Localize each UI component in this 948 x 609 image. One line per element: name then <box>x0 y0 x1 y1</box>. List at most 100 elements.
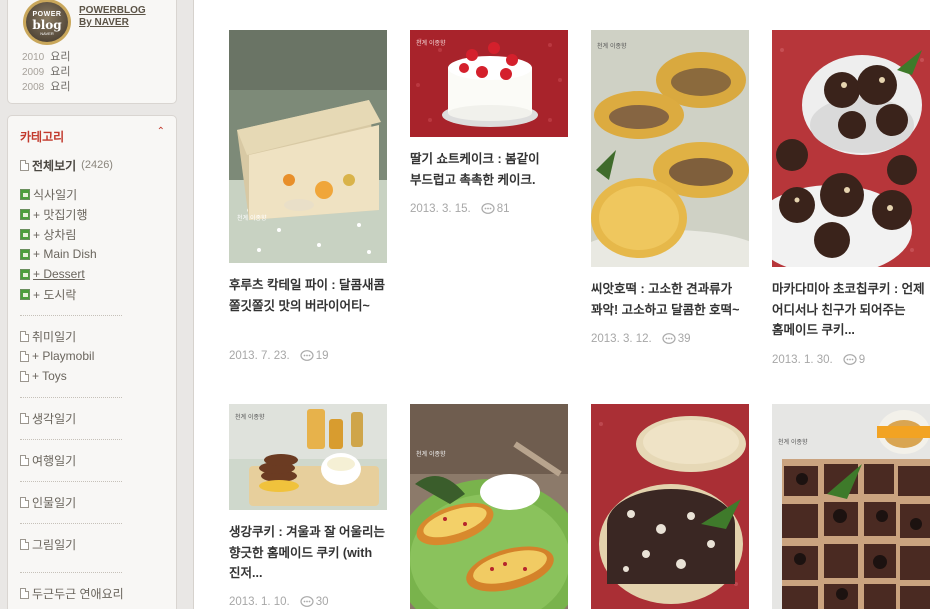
document-icon <box>20 454 29 466</box>
photo-category-icon <box>20 288 30 300</box>
post-date: 2013. 1. 10. <box>229 596 290 608</box>
category-label: + Dessert <box>33 267 85 281</box>
oreo-brownies-photo: 천계 이종향 <box>772 404 930 609</box>
category-item-meal-diary[interactable]: 식사일기 <box>20 184 170 204</box>
baked-potato-photo: 천계 이종향 <box>410 404 568 609</box>
document-icon <box>20 350 29 362</box>
ginger-cookies-photo: 천계 이종향 <box>229 404 387 510</box>
strawberry-cake-photo: 천계 이종향 <box>410 30 568 137</box>
comment-count[interactable]: 19 <box>316 350 329 362</box>
post-thumbnail[interactable]: 천계 이종향 <box>229 404 387 510</box>
category-all[interactable]: 전체보기 (2426) <box>20 155 170 175</box>
comment-bubble-icon[interactable] <box>843 354 857 366</box>
post-title[interactable]: 생강쿠키 : 겨울과 잘 어울리는 향긋한 홈메이드 쿠키 (with 진저..… <box>229 522 387 584</box>
category-label: 전체보기 <box>32 158 77 173</box>
post-title[interactable]: 씨앗호떡 : 고소한 견과류가 꽈악! 고소하고 달콤한 호떡~ <box>591 279 749 320</box>
category-item-table-setting[interactable]: + 상차림 <box>20 224 170 244</box>
comment-bubble-icon[interactable] <box>300 350 314 362</box>
award-history: 2010 요리 2009 요리 2008 요리 <box>22 50 71 95</box>
comment-bubble-icon[interactable] <box>662 333 676 345</box>
award-name: 요리 <box>50 66 71 78</box>
powerblog-badge-icon[interactable]: POWER blog NAVER <box>23 0 71 45</box>
comment-bubble-icon[interactable] <box>481 203 495 215</box>
post-meta: 2013. 1. 10. 30 <box>229 596 329 608</box>
photo-category-icon <box>20 188 30 200</box>
category-item-lunchbox[interactable]: + 도시락 <box>20 284 170 304</box>
category-heading[interactable]: 카테고리 <box>20 128 64 145</box>
category-item-restaurant[interactable]: + 맛집기행 <box>20 204 170 224</box>
comment-count[interactable]: 39 <box>678 333 691 345</box>
divider <box>20 397 122 398</box>
comment-count[interactable]: 81 <box>497 203 510 215</box>
photo-category-icon <box>20 228 30 240</box>
award-item: 2010 요리 <box>22 50 71 65</box>
post-thumbnail[interactable]: 천계 이종향 <box>229 30 387 263</box>
award-name: 요리 <box>50 51 71 63</box>
post-thumbnail[interactable]: 천계 이종향 <box>410 404 568 609</box>
svg-text:천계 이종향: 천계 이종향 <box>597 42 627 50</box>
comment-bubble-icon[interactable] <box>300 596 314 608</box>
post-grid: 천계 이종향 후루츠 칵테일 파이 : 달콤새콤 쫄깃쫄깃 맛의 버라이어티~ … <box>193 0 948 609</box>
choco-cookies-photo <box>772 30 930 267</box>
category-item-hobby[interactable]: 취미일기 <box>20 326 170 346</box>
category-label: + 상차림 <box>33 227 77 242</box>
post-date: 2013. 1. 30. <box>772 354 833 366</box>
document-icon <box>20 496 29 508</box>
post-thumbnail[interactable]: 천계 이종향 <box>591 30 749 267</box>
post-thumbnail[interactable] <box>772 30 930 267</box>
post-meta: 2013. 7. 23. 19 <box>229 350 329 362</box>
category-item-toys[interactable]: + Toys <box>20 366 170 386</box>
category-item-main-dish[interactable]: + Main Dish <box>20 244 170 264</box>
divider <box>20 481 122 482</box>
category-label: 생각일기 <box>32 411 77 426</box>
divider <box>20 439 122 440</box>
document-icon <box>20 159 29 171</box>
category-label: + Playmobil <box>32 349 95 363</box>
post-title[interactable]: 마카다미아 초코칩쿠키 : 언제 어디서나 친구가 되어주는 홈메이드 쿠키..… <box>772 279 930 341</box>
category-label: + 도시락 <box>33 287 77 302</box>
divider <box>20 315 122 316</box>
svg-text:천계 이종향: 천계 이종향 <box>237 214 267 222</box>
award-name: 요리 <box>50 81 71 93</box>
category-count: (2426) <box>81 159 113 171</box>
category-label: 식사일기 <box>33 187 78 202</box>
category-item-travel[interactable]: 여행일기 <box>20 450 170 470</box>
category-box: 카테고리 ⌃ 전체보기 (2426) 식사일기 + 맛집기행 + 상차림 + M… <box>7 115 177 609</box>
document-icon <box>20 370 29 382</box>
document-icon <box>20 538 29 550</box>
post-meta: 2013. 1. 30. 9 <box>772 354 865 366</box>
category-label: + Toys <box>32 369 67 383</box>
document-icon <box>20 587 29 599</box>
divider <box>20 523 122 524</box>
category-list: 전체보기 (2426) 식사일기 + 맛집기행 + 상차림 + Main Dis… <box>20 155 170 603</box>
category-label: 인물일기 <box>32 495 77 510</box>
comment-count[interactable]: 30 <box>316 596 329 608</box>
svg-text:천계 이종향: 천계 이종향 <box>416 450 446 458</box>
powerblog-link[interactable]: POWERBLOG <box>79 5 146 17</box>
svg-text:천계 이종향: 천계 이종향 <box>416 39 446 47</box>
post-date: 2013. 3. 15. <box>410 203 471 215</box>
category-label: 취미일기 <box>32 329 77 344</box>
by-naver-link[interactable]: By NAVER <box>79 17 129 29</box>
chocolate-salami-photo <box>591 404 749 609</box>
post-thumbnail[interactable]: 천계 이종향 <box>772 404 930 609</box>
comment-count[interactable]: 9 <box>859 354 865 366</box>
category-item-love-cooking[interactable]: 두근두근 연애요리 <box>20 583 170 603</box>
category-item-dessert[interactable]: + Dessert <box>20 264 170 284</box>
category-item-people[interactable]: 인물일기 <box>20 492 170 512</box>
category-item-playmobil[interactable]: + Playmobil <box>20 346 170 366</box>
post-title[interactable]: 후루츠 칵테일 파이 : 달콤새콤 쫄깃쫄깃 맛의 버라이어티~ <box>229 275 387 316</box>
divider <box>20 572 122 573</box>
post-title[interactable]: 딸기 쇼트케이크 : 봄같이 부드럽고 촉촉한 케이크. <box>410 149 568 190</box>
category-label: 두근두근 연애요리 <box>32 586 124 601</box>
post-thumbnail[interactable]: 천계 이종향 <box>410 30 568 137</box>
award-item: 2009 요리 <box>22 65 71 80</box>
category-label: + 맛집기행 <box>33 207 88 222</box>
award-year: 2010 <box>22 52 45 63</box>
category-item-thoughts[interactable]: 생각일기 <box>20 408 170 428</box>
category-item-drawing[interactable]: 그림일기 <box>20 534 170 554</box>
category-label: 여행일기 <box>32 453 77 468</box>
collapse-caret-icon[interactable]: ⌃ <box>157 126 165 137</box>
post-thumbnail[interactable] <box>591 404 749 609</box>
post-meta: 2013. 3. 12. 39 <box>591 333 691 345</box>
